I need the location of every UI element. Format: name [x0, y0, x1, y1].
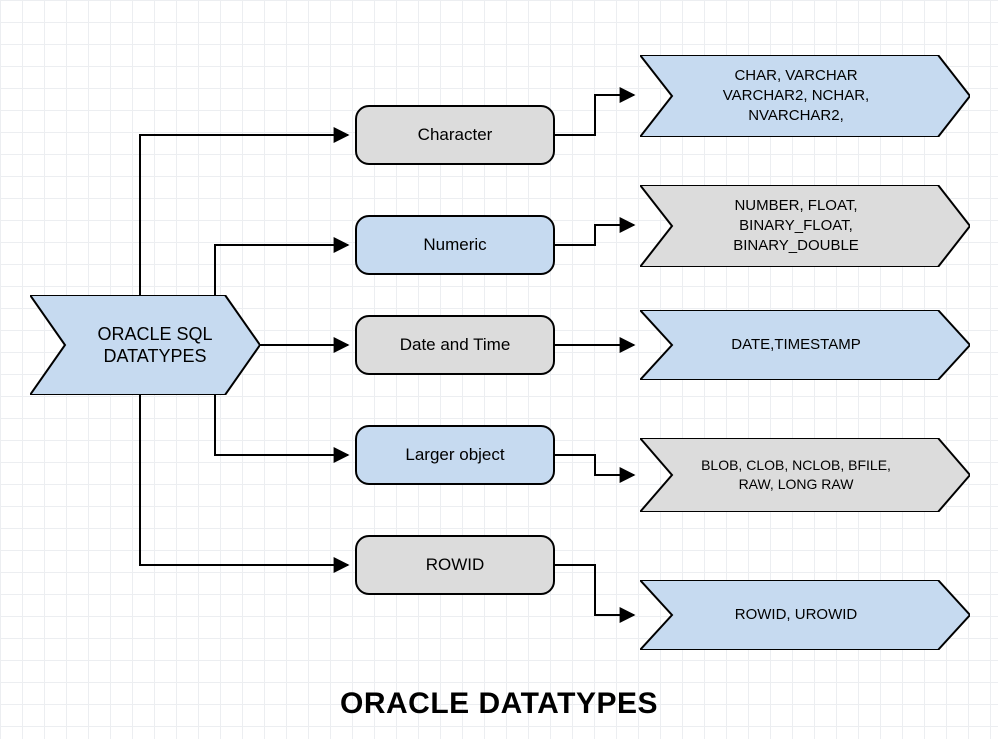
detail-label: BLOB, CLOB, NCLOB, BFILE, RAW, LONG RAW — [691, 456, 919, 494]
detail-label: NUMBER, FLOAT, BINARY_FLOAT, BINARY_DOUB… — [723, 196, 887, 257]
category-larger-object: Larger object — [355, 425, 555, 485]
diagram-canvas: ORACLE SQL DATATYPES Character Numeric D… — [0, 0, 998, 739]
category-label: Larger object — [405, 445, 504, 465]
category-label: Date and Time — [400, 335, 511, 355]
detail-label: DATE,TIMESTAMP — [721, 335, 888, 355]
root-label: ORACLE SQL DATATYPES — [77, 323, 212, 368]
root-node: ORACLE SQL DATATYPES — [30, 295, 260, 395]
detail-label: CHAR, VARCHAR VARCHAR2, NCHAR, NVARCHAR2… — [713, 66, 897, 127]
category-label: Numeric — [423, 235, 486, 255]
detail-character: CHAR, VARCHAR VARCHAR2, NCHAR, NVARCHAR2… — [640, 55, 970, 137]
category-character: Character — [355, 105, 555, 165]
category-numeric: Numeric — [355, 215, 555, 275]
category-rowid: ROWID — [355, 535, 555, 595]
detail-numeric: NUMBER, FLOAT, BINARY_FLOAT, BINARY_DOUB… — [640, 185, 970, 267]
detail-rowid: ROWID, UROWID — [640, 580, 970, 650]
category-label: Character — [418, 125, 493, 145]
detail-label: ROWID, UROWID — [725, 605, 885, 625]
category-date-and-time: Date and Time — [355, 315, 555, 375]
category-label: ROWID — [426, 555, 485, 575]
diagram-title: ORACLE DATATYPES — [0, 687, 998, 721]
detail-larger-object: BLOB, CLOB, NCLOB, BFILE, RAW, LONG RAW — [640, 438, 970, 512]
detail-date-and-time: DATE,TIMESTAMP — [640, 310, 970, 380]
